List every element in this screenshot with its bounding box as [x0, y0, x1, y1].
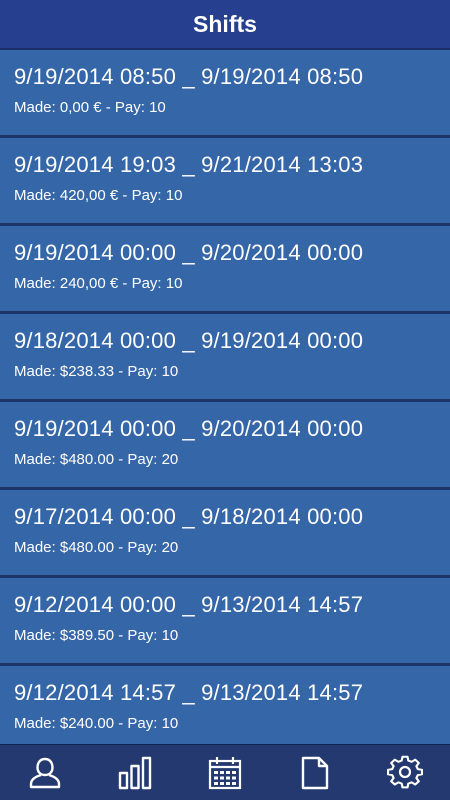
shift-list-item[interactable]: 9/19/2014 00:00 _ 9/20/2014 00:00 Made: … — [0, 226, 450, 314]
shift-list-item[interactable]: 9/17/2014 00:00 _ 9/18/2014 00:00 Made: … — [0, 490, 450, 578]
shift-earnings: Made: $389.50 - Pay: 10 — [14, 627, 179, 644]
shift-list-item[interactable]: 9/12/2014 00:00 _ 9/13/2014 14:57 Made: … — [0, 578, 450, 666]
shift-earnings: Made: $240.00 - Pay: 10 — [14, 715, 179, 732]
bar-chart-icon — [118, 756, 152, 789]
gear-icon — [387, 755, 423, 788]
calendar-icon — [208, 756, 242, 789]
nav-settings-button[interactable] — [375, 745, 435, 800]
shift-earnings: Made: 0,00 € - Pay: 10 — [14, 99, 166, 116]
shift-list-item[interactable]: 9/19/2014 00:00 _ 9/20/2014 00:00 Made: … — [0, 402, 450, 490]
bottom-navigation — [0, 744, 450, 800]
shift-earnings: Made: 240,00 € - Pay: 10 — [14, 275, 183, 292]
app-header: Shifts — [0, 0, 450, 50]
shift-list-item[interactable]: 9/19/2014 08:50 _ 9/19/2014 08:50 Made: … — [0, 50, 450, 138]
shift-date-range: 9/19/2014 00:00 _ 9/20/2014 00:00 — [14, 240, 364, 265]
shift-date-range: 9/19/2014 00:00 _ 9/20/2014 00:00 — [14, 416, 364, 441]
shift-earnings: Made: $480.00 - Pay: 20 — [14, 539, 179, 556]
shift-earnings: Made: 420,00 € - Pay: 10 — [14, 187, 183, 204]
nav-stats-button[interactable] — [105, 745, 165, 800]
shift-date-range: 9/17/2014 00:00 _ 9/18/2014 00:00 — [14, 504, 364, 529]
page-title: Shifts — [193, 10, 257, 37]
shift-list-item[interactable]: 9/18/2014 00:00 _ 9/19/2014 00:00 Made: … — [0, 314, 450, 402]
nav-profile-button[interactable] — [15, 745, 75, 800]
shift-date-range: 9/18/2014 00:00 _ 9/19/2014 00:00 — [14, 328, 364, 353]
shift-earnings: Made: $238.33 - Pay: 10 — [14, 363, 179, 380]
nav-calendar-button[interactable] — [195, 745, 255, 800]
shift-list-item[interactable]: 9/12/2014 14:57 _ 9/13/2014 14:57 Made: … — [0, 666, 450, 744]
shift-date-range: 9/19/2014 19:03 _ 9/21/2014 13:03 — [14, 152, 364, 177]
nav-report-button[interactable] — [285, 745, 345, 800]
shift-date-range: 9/12/2014 00:00 _ 9/13/2014 14:57 — [14, 592, 364, 617]
shift-date-range: 9/19/2014 08:50 _ 9/19/2014 08:50 — [14, 64, 364, 89]
shift-list-item[interactable]: 9/19/2014 19:03 _ 9/21/2014 13:03 Made: … — [0, 138, 450, 226]
shift-earnings: Made: $480.00 - Pay: 20 — [14, 451, 179, 468]
shift-date-range: 9/12/2014 14:57 _ 9/13/2014 14:57 — [14, 680, 364, 705]
document-icon — [301, 756, 329, 789]
shift-list[interactable]: 9/19/2014 08:50 _ 9/19/2014 08:50 Made: … — [0, 50, 450, 744]
user-icon — [29, 757, 61, 788]
